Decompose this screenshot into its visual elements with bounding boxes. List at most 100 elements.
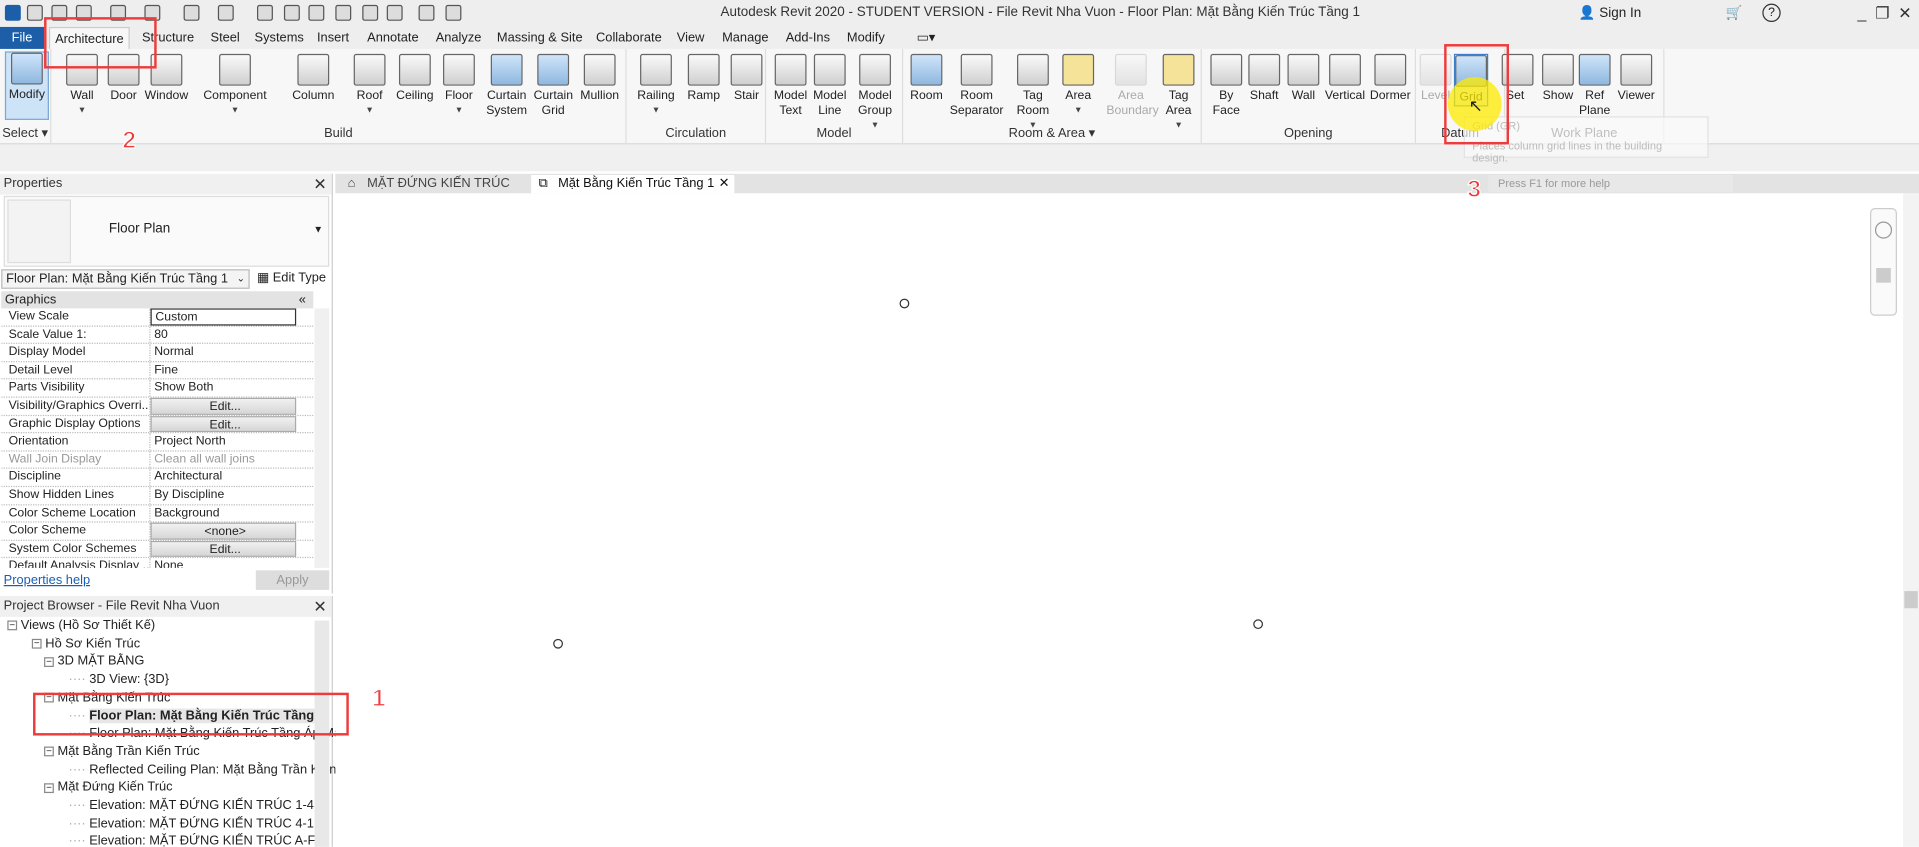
tab-annotate[interactable]: Annotate	[362, 27, 423, 49]
dropdown-arrow-icon[interactable]: ▼	[351, 104, 388, 119]
section-icon[interactable]	[362, 4, 379, 21]
browser-item[interactable]: −3D MẶT BẰNG	[44, 653, 144, 670]
property-edit-button[interactable]: Edit...	[150, 540, 297, 558]
close-icon[interactable]: ✕	[719, 175, 730, 193]
dropdown-arrow-icon[interactable]: ▼	[441, 104, 478, 119]
type-selector[interactable]: Floor Plan ▼	[3, 195, 330, 267]
tab-analyze[interactable]: Analyze	[431, 27, 487, 49]
property-value[interactable]: 80	[151, 326, 314, 343]
ribbon-button-viewer[interactable]: Viewer	[1615, 53, 1657, 104]
help-icon[interactable]: ?	[1762, 3, 1781, 23]
ribbon-minimize-button[interactable]: ▭▾	[912, 27, 940, 49]
properties-scrollbar[interactable]	[314, 308, 330, 568]
view-tab-floor-plan-1[interactable]: ⧉ Mặt Bằng Kiến Trúc Tầng 1 ✕	[531, 175, 735, 194]
elevation-marker[interactable]	[553, 638, 563, 649]
open-icon[interactable]	[26, 4, 43, 21]
ribbon-button-area-boundary[interactable]: Area Boundary	[1106, 53, 1159, 119]
property-edit-button[interactable]: Edit...	[150, 397, 297, 415]
ribbon-button-railing[interactable]: Railing ▼	[636, 53, 675, 119]
text-icon[interactable]	[308, 4, 325, 21]
collapse-toggle-icon[interactable]: −	[7, 620, 18, 631]
switch-windows-icon[interactable]	[445, 4, 462, 21]
edit-type-button[interactable]: ▦ Edit Type	[257, 270, 326, 285]
browser-item[interactable]: − Mặt Bằng Trần Kiến Trúc	[44, 743, 200, 760]
navigation-bar[interactable]	[1870, 208, 1897, 316]
dropdown-arrow-icon[interactable]: ▼	[636, 104, 675, 119]
property-edit-button[interactable]: <none>	[150, 522, 297, 540]
ribbon-button-column[interactable]: Column	[289, 53, 338, 104]
dropdown-arrow-icon[interactable]: ▼	[1160, 119, 1197, 134]
ribbon-button-component[interactable]: Component ▼	[198, 53, 271, 119]
tab-massing-site[interactable]: Massing & Site	[492, 27, 587, 49]
tab-modify[interactable]: Modify	[842, 27, 890, 49]
collapse-toggle-icon[interactable]: −	[44, 782, 54, 793]
tab-insert[interactable]: Insert	[312, 27, 354, 49]
browser-item[interactable]: ···· Elevation: MẶT ĐỨNG KIẾN TRÚC 1-4	[69, 797, 314, 814]
ribbon-button-tag-room[interactable]: Tag Room ▼	[1008, 53, 1057, 134]
browser-item[interactable]: − Mặt Đứng Kiến Trúc	[44, 779, 173, 796]
tab-collaborate[interactable]: Collaborate	[591, 27, 667, 49]
ribbon-button-curtain-system[interactable]: Curtain System	[485, 53, 529, 119]
collapse-toggle-icon[interactable]: −	[31, 638, 42, 649]
ribbon-button-tag-area[interactable]: Tag Area ▼	[1160, 53, 1197, 134]
apply-button[interactable]: Apply	[255, 570, 330, 590]
zoom-icon[interactable]	[1876, 268, 1891, 283]
browser-item[interactable]: − Hồ Sơ Kiến Trúc	[31, 635, 140, 652]
tab-manage[interactable]: Manage	[717, 27, 773, 49]
browser-item[interactable]: − Views (Hồ Sơ Thiết Kế)	[7, 617, 155, 634]
ribbon-button-roof[interactable]: Roof ▼	[351, 53, 388, 119]
ribbon-button-floor[interactable]: Floor ▼	[441, 53, 478, 119]
ribbon-button-area[interactable]: Area ▼	[1060, 53, 1097, 119]
dropdown-arrow-icon[interactable]: ▼	[198, 104, 271, 119]
ribbon-button-dormer[interactable]: Dormer	[1368, 53, 1412, 104]
collapse-toggle-icon[interactable]: −	[44, 746, 54, 757]
elevation-marker[interactable]	[899, 298, 910, 309]
ribbon-button-wall[interactable]: Wall	[1287, 53, 1320, 104]
ribbon-button-ref-plane[interactable]: Ref Plane	[1578, 53, 1611, 119]
ribbon-button-shaft[interactable]: Shaft	[1246, 53, 1283, 104]
dropdown-arrow-icon[interactable]: ▼	[1008, 119, 1057, 134]
ribbon-button-by-face[interactable]: By Face	[1209, 53, 1243, 119]
tab-add-ins[interactable]: Add-Ins	[781, 27, 835, 49]
print-icon[interactable]	[183, 4, 200, 21]
scroll-thumb[interactable]	[1904, 591, 1918, 609]
drawing-canvas[interactable]	[335, 193, 1904, 847]
property-edit-button[interactable]: Edit...	[150, 415, 297, 433]
ribbon-button-model-group[interactable]: Model Group ▼	[854, 53, 896, 134]
ribbon-button-mullion[interactable]: Mullion	[578, 53, 622, 104]
tab-view[interactable]: View	[672, 27, 709, 49]
revit-logo-icon[interactable]	[4, 4, 21, 21]
property-value[interactable]: Custom	[150, 308, 297, 326]
steering-wheel-icon[interactable]	[1874, 221, 1893, 239]
tab-systems[interactable]: Systems	[250, 27, 309, 49]
ribbon-button-show[interactable]: Show	[1540, 53, 1577, 104]
view-instance-selector[interactable]: Floor Plan: Mặt Bằng Kiến Trúc Tầng 1 ⌄	[1, 269, 250, 289]
tag-icon[interactable]	[283, 4, 300, 21]
ribbon-button-model-line[interactable]: Model Line	[813, 53, 847, 119]
ribbon-button-curtain-grid[interactable]: Curtain Grid	[534, 53, 573, 119]
dropdown-arrow-icon[interactable]: ▼	[64, 104, 101, 119]
ribbon-button-stair[interactable]: Stair	[729, 53, 763, 104]
property-value[interactable]: Show Both	[151, 380, 314, 397]
dropdown-arrow-icon[interactable]: ▼	[1060, 104, 1097, 119]
window-controls[interactable]: _ ❐ ✕	[1858, 4, 1912, 24]
sign-in[interactable]: 👤 Sign In	[1579, 5, 1641, 21]
browser-item[interactable]: ···· Elevation: MẶT ĐỨNG KIẾN TRÚC 4-1	[69, 815, 314, 832]
close-icon[interactable]: ✕	[313, 174, 326, 195]
property-value[interactable]: Fine	[151, 362, 314, 379]
elevation-marker[interactable]	[1253, 619, 1264, 630]
cart-icon[interactable]: 🛒	[1726, 5, 1743, 21]
property-value[interactable]: Normal	[151, 344, 314, 361]
browser-item[interactable]: ···· Elevation: MẶT ĐỨNG KIẾN TRÚC A-F	[69, 833, 316, 847]
canvas-scrollbar[interactable]	[1903, 193, 1919, 847]
thin-lines-icon[interactable]	[386, 4, 403, 21]
close-hidden-windows-icon[interactable]	[418, 4, 435, 21]
ribbon-button-room[interactable]: Room	[908, 53, 945, 104]
ribbon-button-ceiling[interactable]: Ceiling	[394, 53, 436, 104]
chevron-down-icon[interactable]: ▼	[313, 224, 323, 235]
close-icon[interactable]: ✕	[313, 596, 326, 617]
graphics-group-header[interactable]: Graphics «	[1, 291, 314, 309]
dropdown-arrow-icon[interactable]: ▼	[854, 119, 896, 134]
ribbon-button-room-separator[interactable]: Room Separator	[950, 53, 1004, 119]
properties-help-link[interactable]: Properties help	[4, 573, 90, 588]
